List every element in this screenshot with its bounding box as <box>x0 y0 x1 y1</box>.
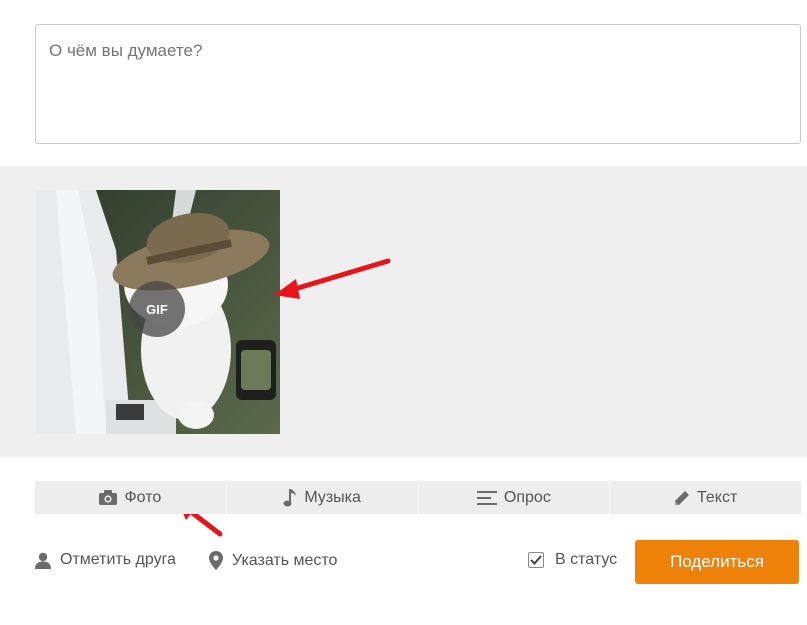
checkmark-icon <box>530 555 542 565</box>
share-button[interactable]: Поделиться <box>635 540 799 584</box>
attachment-area: GIF <box>0 166 807 457</box>
person-icon <box>35 552 51 569</box>
gif-attachment[interactable]: GIF <box>36 190 280 434</box>
tab-photo[interactable]: Фото <box>35 481 227 514</box>
tab-poll[interactable]: Опрос <box>419 481 611 514</box>
attachment-tabs: Фото Музыка Опрос Текст <box>35 481 801 514</box>
tag-friend-link[interactable]: Отметить друга <box>35 551 176 569</box>
map-pin-icon <box>209 551 223 570</box>
post-composer: GIF Фото <box>0 0 807 625</box>
tab-text-label: Текст <box>696 488 738 506</box>
tab-photo-label: Фото <box>124 488 162 506</box>
tab-music-label: Музыка <box>304 488 361 506</box>
status-checkbox[interactable] <box>528 552 544 568</box>
gif-badge[interactable]: GIF <box>129 281 185 337</box>
location-link[interactable]: Указать место <box>209 551 337 570</box>
post-text-input[interactable] <box>35 24 801 144</box>
tab-music[interactable]: Музыка <box>227 481 419 514</box>
tag-friend-label: Отметить друга <box>60 551 176 568</box>
composer-footer: Отметить друга Указать место В статус По… <box>35 540 801 584</box>
tab-poll-label: Опрос <box>503 488 551 506</box>
status-label: В статус <box>555 551 618 568</box>
poll-lines-icon <box>476 490 497 505</box>
status-toggle[interactable]: В статус <box>528 551 617 569</box>
pencil-icon <box>674 490 690 506</box>
camera-icon <box>99 490 118 505</box>
music-note-icon <box>283 488 297 507</box>
tab-text[interactable]: Текст <box>610 481 801 514</box>
location-label: Указать место <box>232 551 338 569</box>
